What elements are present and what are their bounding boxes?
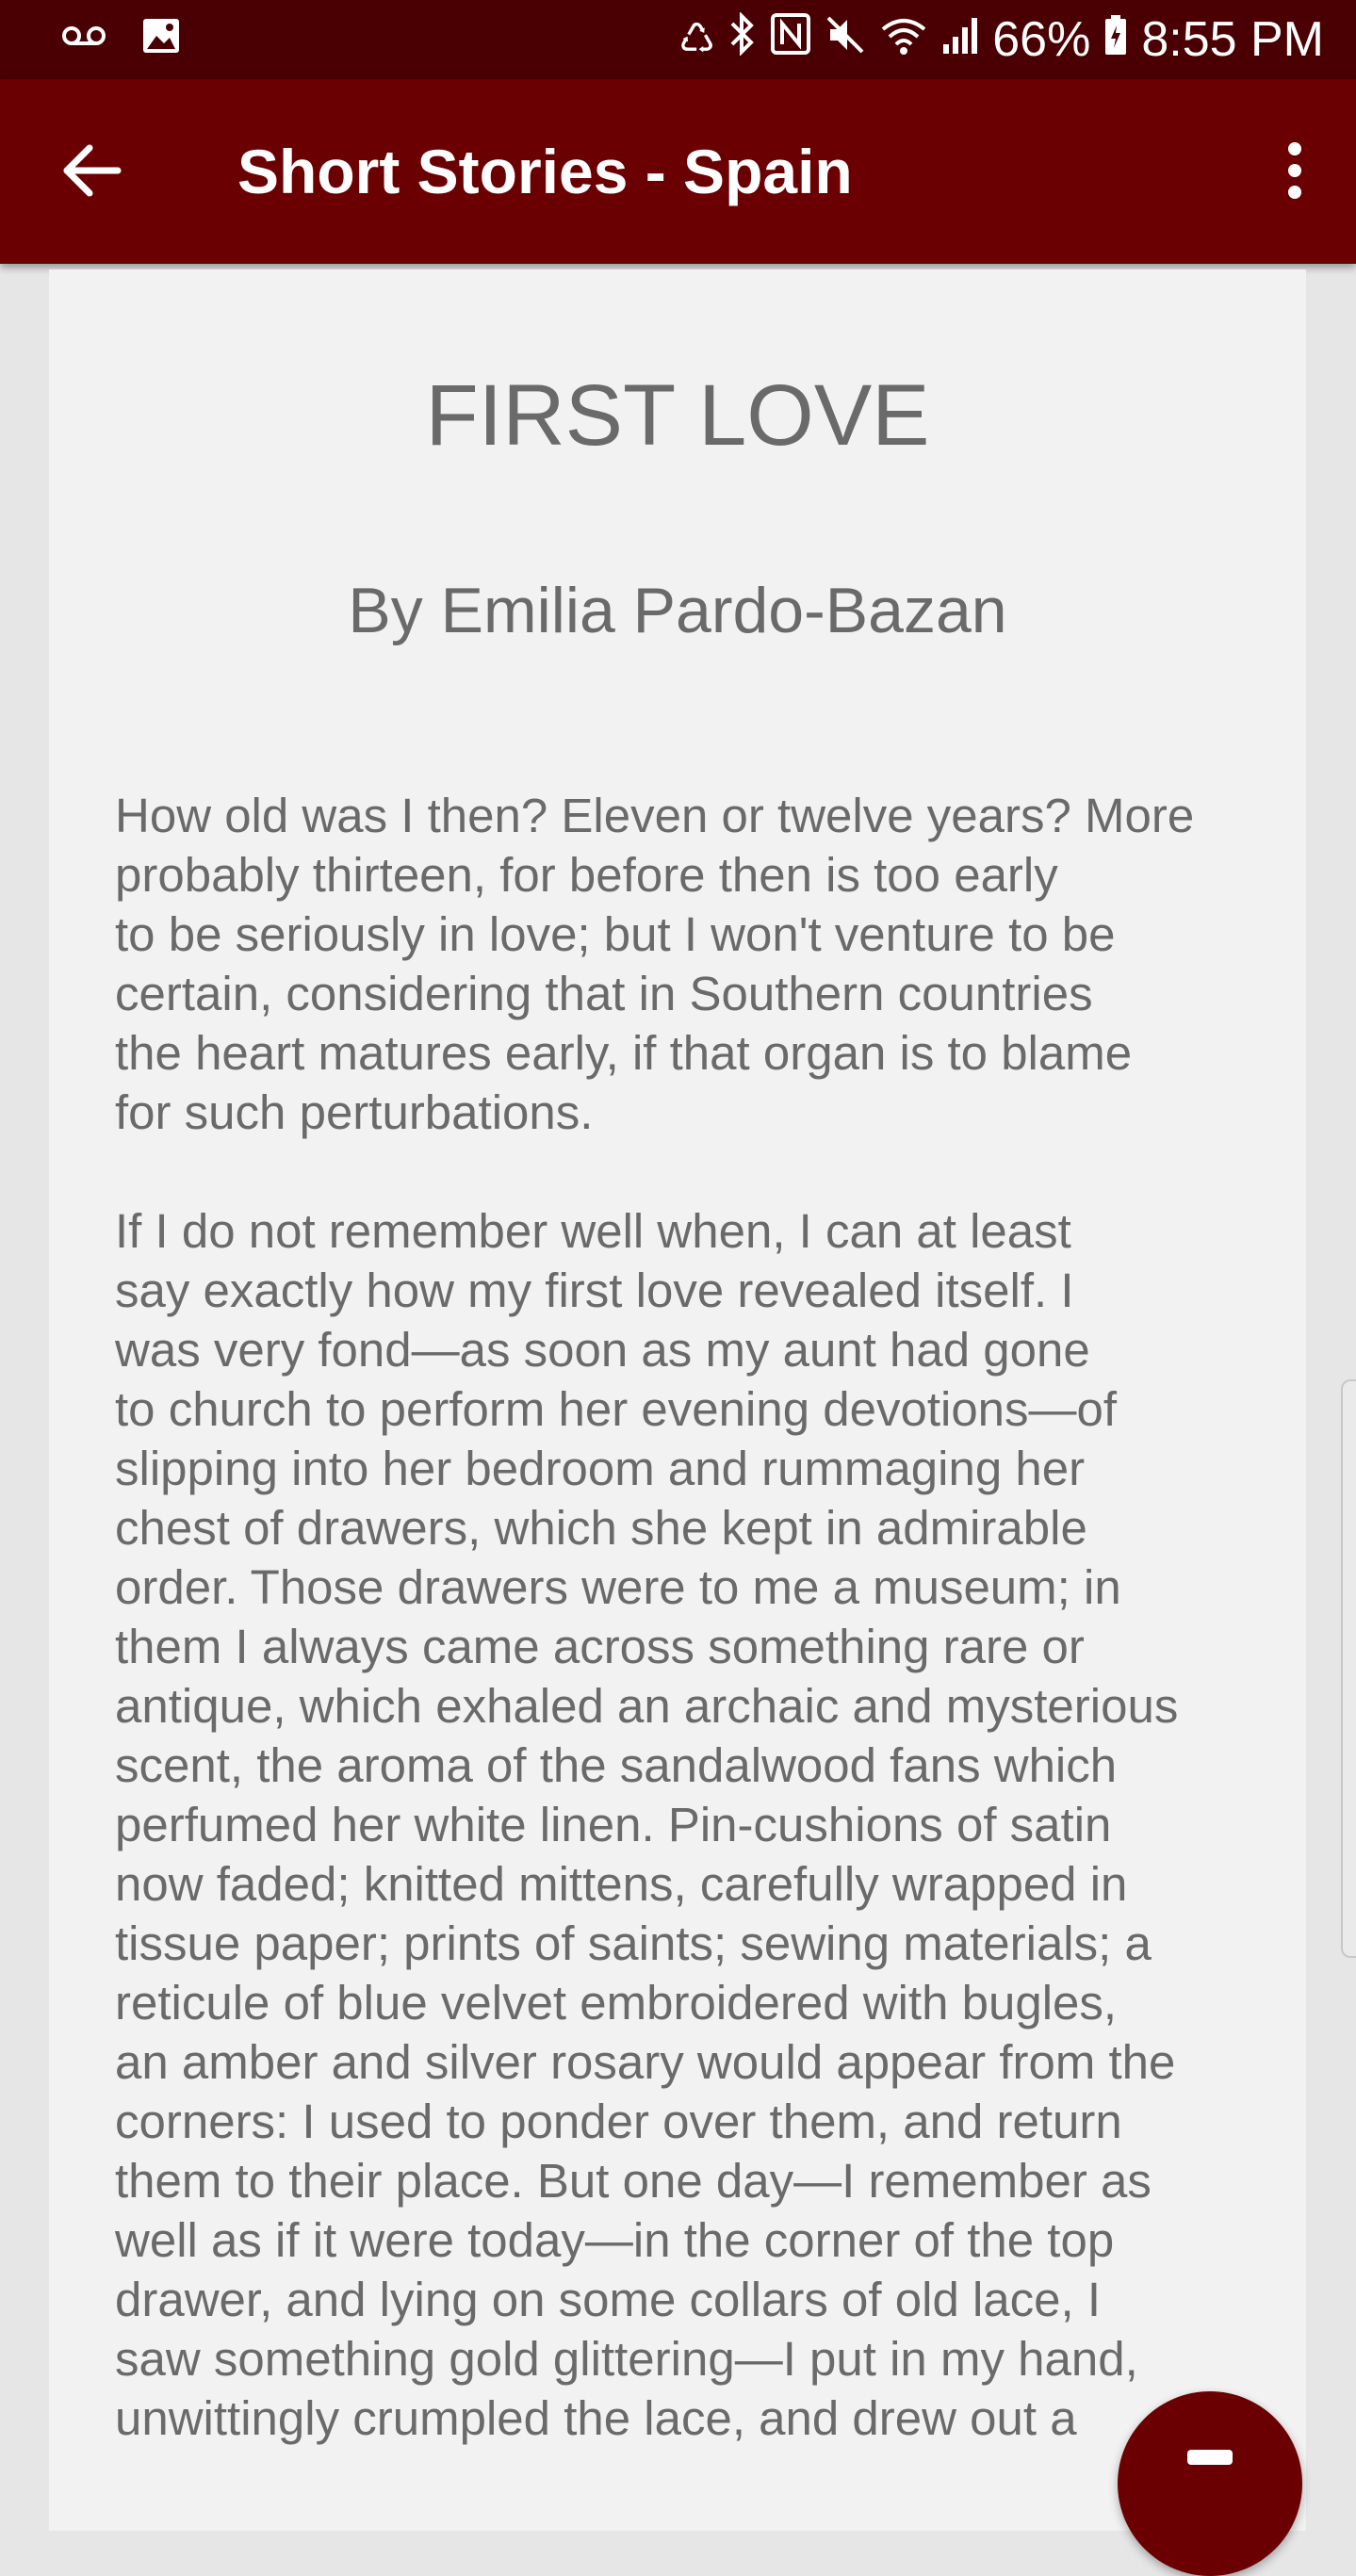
story-line: say exactly how my first love revealed i…: [115, 1264, 1074, 1317]
story-line: was very fond—as soon as my aunt had gon…: [115, 1323, 1090, 1377]
story-line: certain, considering that in Southern co…: [115, 967, 1093, 1020]
story-line: reticule of blue velvet embroidered with…: [115, 1976, 1118, 2030]
overflow-menu-button[interactable]: [1262, 130, 1328, 215]
image-icon: [141, 17, 181, 59]
signal-icon: [941, 8, 979, 72]
battery-icon: [1103, 8, 1128, 72]
story-title: FIRST LOVE: [425, 367, 930, 464]
story-line: an amber and silver rosary would appear …: [115, 2035, 1176, 2089]
story-line: for such perturbations.: [115, 1085, 594, 1139]
story-line: order. Those drawers were to me a museum…: [115, 1560, 1121, 1614]
story-line: If I do not remember well when, I can at…: [115, 1204, 1071, 1258]
story-line: the heart matures early, if that organ i…: [115, 1026, 1133, 1080]
story-line: slipping into her bedroom and rummaging …: [115, 1442, 1086, 1495]
story-line: perfumed her white linen. Pin-cushions o…: [115, 1798, 1112, 1851]
story-line: corners: I used to ponder over them, and…: [115, 2095, 1122, 2148]
back-button[interactable]: [49, 130, 134, 215]
status-right-icons: ♺ 66% 8:55 PM: [678, 8, 1324, 72]
app-title: Short Stories - Spain: [237, 137, 853, 206]
story-line: chest of drawers, which she kept in admi…: [115, 1501, 1087, 1555]
story-line: tissue paper; prints of saints; sewing m…: [115, 1916, 1152, 1970]
story-line: them I always came across something rare…: [115, 1620, 1085, 1673]
bluetooth-icon: [728, 8, 757, 72]
scroll-handle[interactable]: [1341, 1379, 1356, 1958]
arrow-left-icon: [61, 144, 122, 202]
story-line: unwittingly crumpled the lace, and drew …: [115, 2391, 1077, 2445]
story-line: saw something gold glittering—I put in m…: [115, 2332, 1138, 2386]
battery-percent: 66%: [992, 12, 1091, 67]
story-card: FIRST LOVE By Emilia Pardo-Bazan How old…: [49, 269, 1306, 2531]
note-icon: [1187, 2450, 1233, 2465]
voicemail-icon: [62, 25, 106, 51]
floating-action-button[interactable]: [1118, 2391, 1302, 2576]
story-line: now faded; knitted mittens, carefully wr…: [115, 1857, 1128, 1911]
story-paragraph: How old was I then? Eleven or twelve yea…: [115, 786, 1274, 1142]
story-line: scent, the aroma of the sandalwood fans …: [115, 1738, 1118, 1792]
clock-time: 8:55 PM: [1141, 12, 1324, 67]
mute-icon: [825, 8, 866, 72]
status-bar: ♺ 66% 8:55 PM: [0, 0, 1356, 79]
recycle-icon: ♺: [678, 16, 716, 62]
story-paragraph: If I do not remember well when, I can at…: [115, 1201, 1274, 2448]
story-line: to be seriously in love; but I won't ven…: [115, 907, 1116, 961]
story-line: antique, which exhaled an archaic and my…: [115, 1679, 1179, 1733]
wifi-icon: [879, 8, 928, 72]
story-body: How old was I then? Eleven or twelve yea…: [115, 786, 1274, 2507]
status-left-icons: [62, 17, 181, 59]
story-author: By Emilia Pardo-Bazan: [348, 575, 1007, 646]
story-line: drawer, and lying on some collars of old…: [115, 2273, 1102, 2326]
story-line: them to their place. But one day—I remem…: [115, 2154, 1152, 2208]
nfc-icon: [770, 8, 811, 72]
more-vert-icon: [1285, 141, 1304, 204]
story-line: well as if it were today—in the corner o…: [115, 2213, 1115, 2267]
story-line: How old was I then? Eleven or twelve yea…: [115, 789, 1195, 842]
app-bar: Short Stories - Spain: [0, 79, 1356, 264]
story-line: to church to perform her evening devotio…: [115, 1382, 1118, 1436]
story-line: probably thirteen, for before then is to…: [115, 848, 1058, 902]
